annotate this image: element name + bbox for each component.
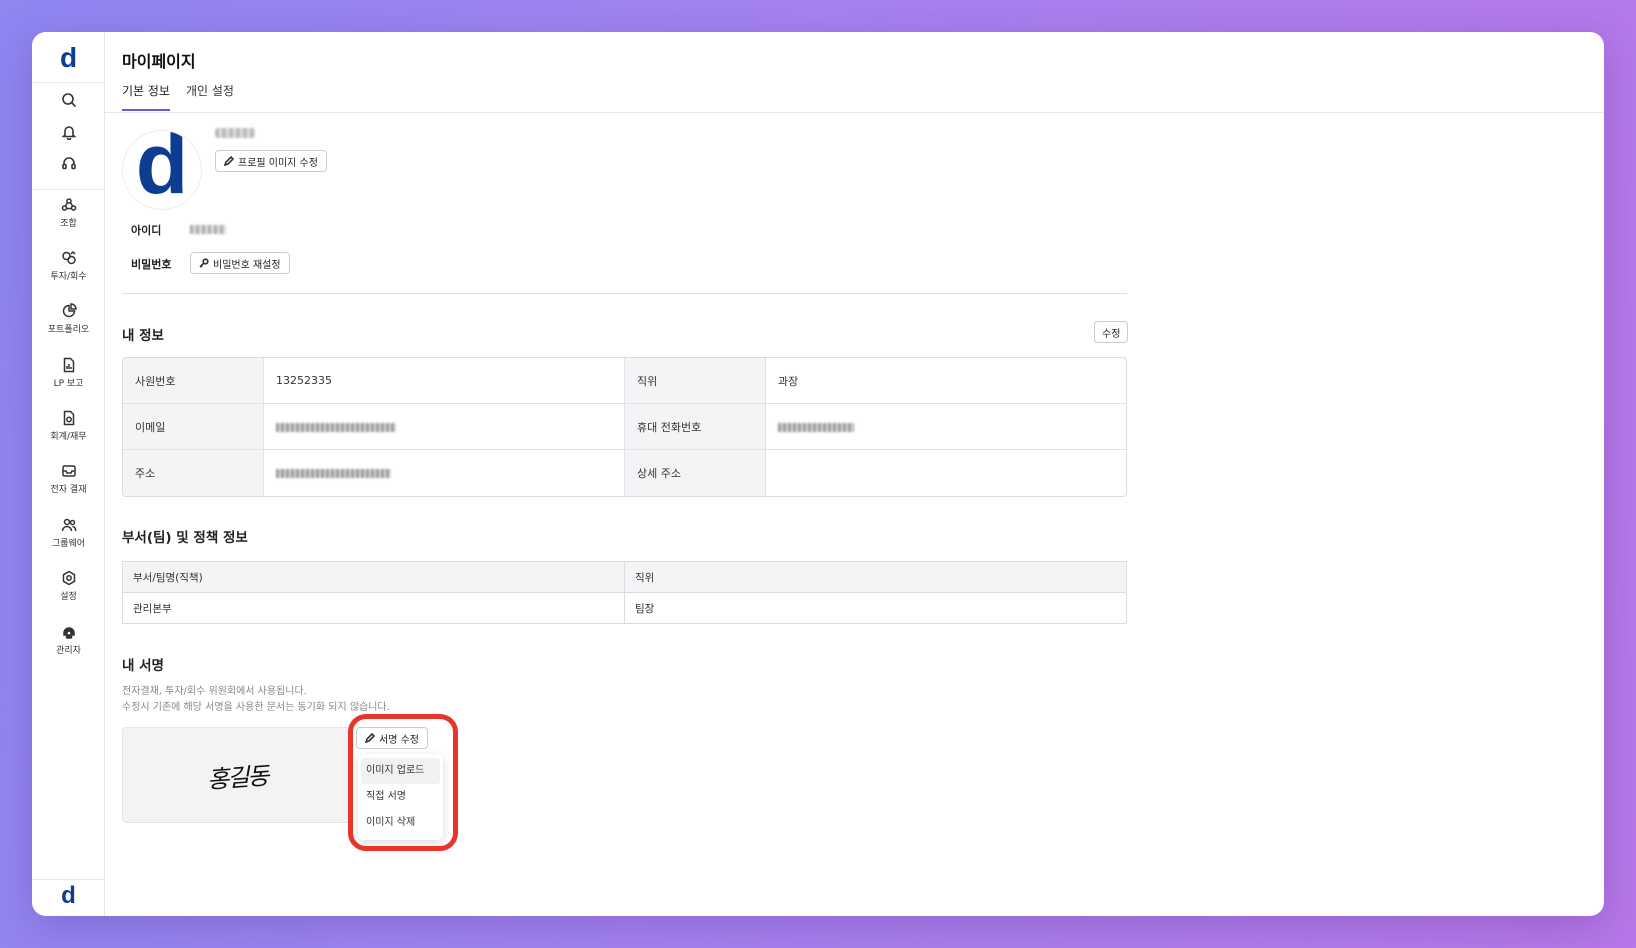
mobile-phone-label: 휴대 전화번호 — [625, 404, 766, 450]
sidebar-item-finance[interactable]: 회계/재무 — [32, 410, 105, 442]
id-value-redacted — [190, 225, 226, 234]
sidebar-item-label: 설정 — [60, 592, 77, 602]
detail-address-label: 상세 주소 — [625, 450, 766, 496]
menu-item-draw-signature[interactable]: 직접 서명 — [358, 784, 443, 810]
column-header: 직위 — [624, 561, 1127, 593]
sidebar-divider — [32, 879, 105, 880]
admin-icon — [62, 627, 75, 639]
signature-image: 홍길동 — [206, 761, 269, 794]
dept-position-cell: 팀장 — [624, 592, 1127, 624]
sidebar-item-union[interactable]: 조합 — [32, 197, 105, 229]
dept-table: 부서/팀명(직책) 직위 관리본부 팀장 — [122, 561, 1127, 624]
sidebar-item-label: 포트폴리오 — [47, 325, 90, 335]
signature-note-line: 수정시 기존에 해당 서명을 사용한 문서는 동기화 되지 않습니다. — [122, 702, 390, 713]
signature-note-line: 전자결재, 투자/회수 위원회에서 사용됩니다. — [122, 686, 307, 697]
address-value-redacted — [264, 450, 625, 496]
page-title: 마이페이지 — [122, 52, 196, 71]
tabs-divider — [105, 112, 1604, 113]
dept-info-title: 부서(팀) 및 정책 정보 — [122, 530, 248, 546]
investment-icon — [61, 250, 76, 265]
sidebar-item-portfolio[interactable]: 포트폴리오 — [32, 303, 105, 335]
sidebar-item-investment[interactable]: 투자/회수 — [32, 250, 105, 282]
password-label: 비밀번호 — [131, 258, 172, 271]
sidebar-divider — [32, 189, 105, 190]
sidebar-divider — [32, 82, 105, 83]
mobile-phone-value-redacted — [766, 404, 1126, 450]
column-header: 부서/팀명(직책) — [122, 561, 625, 593]
menu-item-upload-image[interactable]: 이미지 업로드 — [361, 758, 440, 784]
edit-info-button[interactable]: 수정 — [1094, 321, 1129, 343]
signature-title: 내 서명 — [122, 658, 164, 674]
sidebar-item-label: 조합 — [60, 219, 77, 229]
tab-basic-info[interactable]: 기본 정보 — [122, 82, 170, 111]
finance-icon — [63, 410, 74, 426]
sidebar-item-groupware[interactable]: 그룹웨어 — [32, 517, 105, 549]
sidebar-item-label: 회계/재무 — [50, 432, 87, 442]
table-row: 사원번호 13252335 직위 과장 — [123, 358, 1126, 404]
position-label: 직위 — [625, 358, 766, 404]
footer-logo: d — [61, 882, 76, 909]
table-row: 주소 상세 주소 — [123, 450, 1126, 496]
sidebar-item-lp-report[interactable]: LP 보고 — [32, 357, 105, 389]
tab-personal-settings[interactable]: 개인 설정 — [186, 82, 234, 111]
search-icon[interactable] — [32, 92, 105, 112]
sidebar-item-label: 전자 결재 — [50, 485, 87, 495]
pencil-icon — [365, 733, 375, 743]
sidebar-item-label: 그룹웨어 — [51, 539, 86, 549]
bell-icon[interactable] — [32, 124, 105, 144]
email-value-redacted — [264, 404, 625, 450]
app-logo[interactable]: d — [32, 44, 105, 72]
employee-number-label: 사원번호 — [123, 358, 264, 404]
sidebar-item-admin[interactable]: 관리자 — [32, 624, 105, 656]
id-label: 아이디 — [131, 224, 162, 237]
report-icon — [63, 357, 74, 373]
username-redacted — [215, 128, 255, 138]
email-label: 이메일 — [123, 404, 264, 450]
position-value: 과장 — [766, 358, 1126, 404]
table-row: 이메일 휴대 전화번호 — [123, 404, 1126, 450]
approval-icon — [61, 465, 76, 477]
address-label: 주소 — [123, 450, 264, 496]
edit-profile-image-button[interactable]: 프로필 이미지 수정 — [215, 150, 327, 172]
employee-number-value: 13252335 — [264, 358, 625, 404]
dept-name-cell: 관리본부 — [122, 592, 625, 624]
table-row: 관리본부 팀장 — [122, 592, 1127, 624]
settings-icon — [62, 570, 75, 586]
sidebar-item-label: 관리자 — [56, 646, 81, 656]
main-content: 마이페이지 기본 정보 개인 설정 d 프로필 이미지 수정 아이디 비밀번호 … — [105, 32, 1604, 916]
my-info-table: 사원번호 13252335 직위 과장 이메일 휴대 전화번호 주소 상세 주소 — [122, 357, 1127, 497]
groupware-icon — [61, 518, 76, 532]
avatar: d — [122, 130, 202, 210]
detail-address-value — [766, 450, 1126, 496]
edit-signature-button[interactable]: 서명 수정 — [356, 727, 428, 749]
tab-bar: 기본 정보 개인 설정 — [122, 82, 234, 111]
sidebar-item-label: LP 보고 — [53, 379, 84, 389]
app-window: d 조합 투자/회수 포트폴리오 LP 보고 회계/재무 전자 결재 그룹웨어 … — [32, 32, 1604, 916]
key-icon — [199, 258, 209, 268]
reset-password-button[interactable]: 비밀번호 재설정 — [190, 252, 290, 274]
menu-item-delete-image[interactable]: 이미지 삭제 — [358, 810, 443, 836]
signature-menu: 이미지 업로드 직접 서명 이미지 삭제 — [358, 754, 443, 840]
section-divider — [122, 293, 1127, 294]
pencil-icon — [224, 156, 234, 166]
signature-note: 전자결재, 투자/회수 위원회에서 사용됩니다. 수정시 기존에 해당 서명을 … — [122, 684, 390, 716]
signature-preview: 홍길동 — [122, 727, 352, 823]
my-info-title: 내 정보 — [122, 328, 164, 344]
sidebar-item-label: 투자/회수 — [50, 272, 87, 282]
sidebar-item-settings[interactable]: 설정 — [32, 570, 105, 602]
pie-chart-icon — [62, 303, 77, 318]
headset-icon[interactable] — [32, 155, 105, 175]
union-icon — [61, 198, 76, 211]
sidebar-item-approval[interactable]: 전자 결재 — [32, 463, 105, 495]
sidebar: d 조합 투자/회수 포트폴리오 LP 보고 회계/재무 전자 결재 그룹웨어 … — [32, 32, 105, 916]
table-header-row: 부서/팀명(직책) 직위 — [122, 561, 1127, 593]
